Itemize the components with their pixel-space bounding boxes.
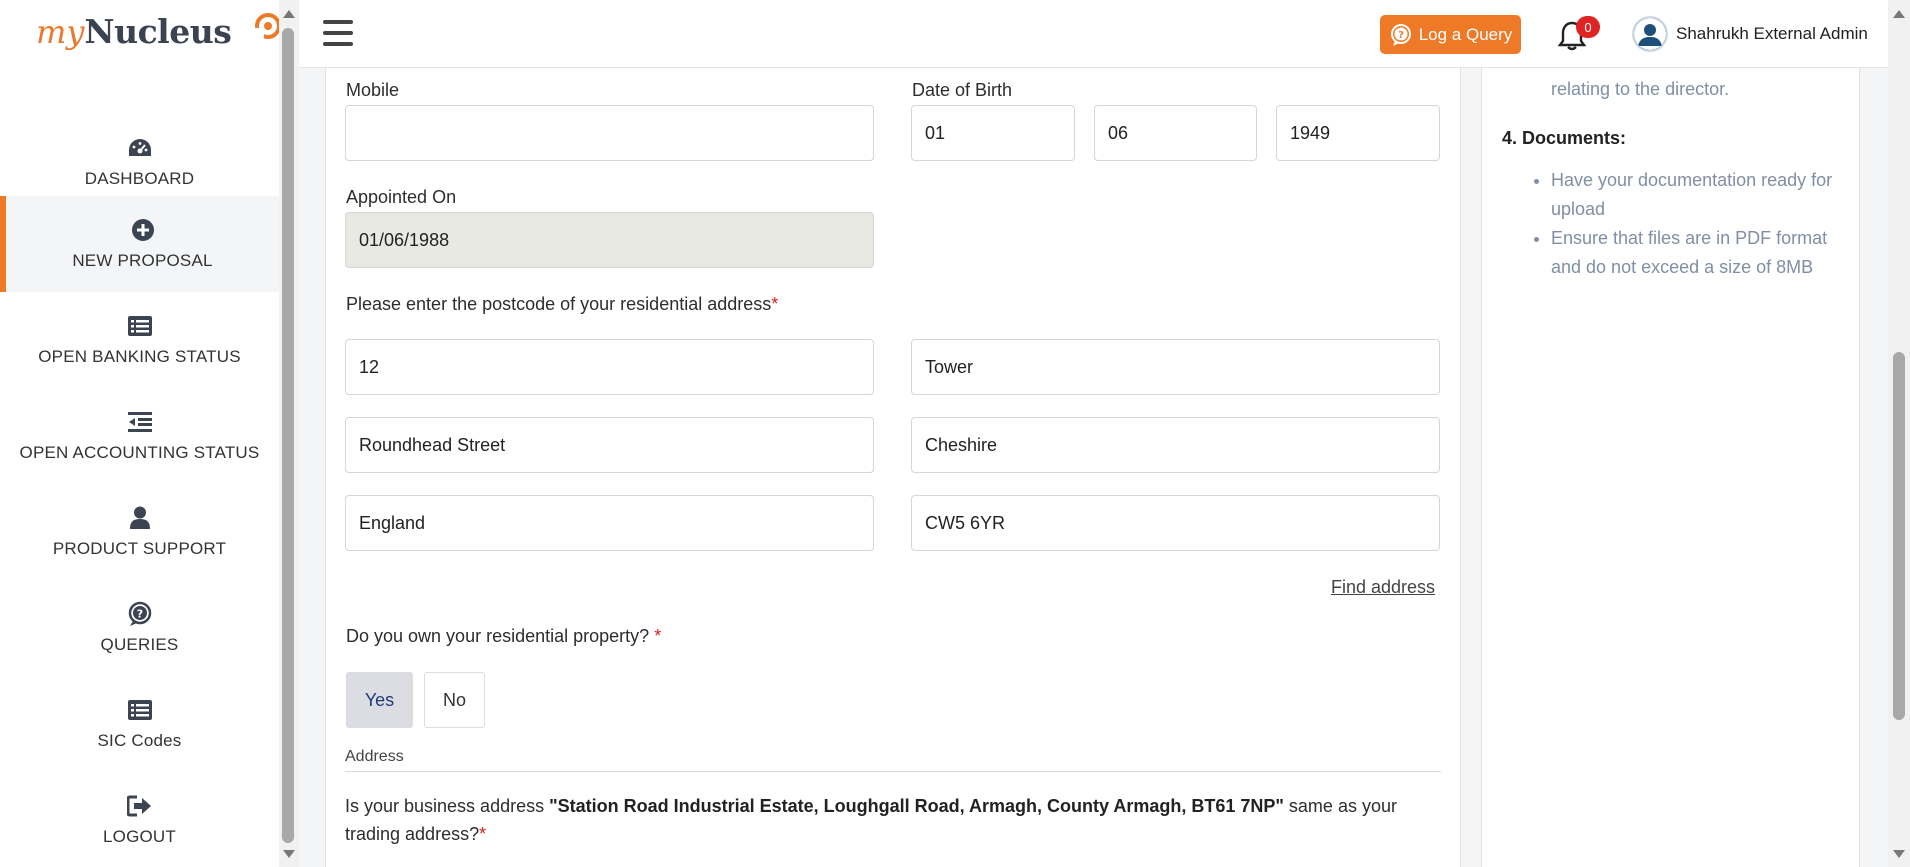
address-street-input[interactable]: Roundhead Street [345, 417, 874, 473]
sidebar-item-label: SIC Codes [97, 731, 182, 750]
address-country-input[interactable]: England [345, 495, 874, 551]
notification-count-badge: 0 [1576, 16, 1600, 38]
business-address-text: "Station Road Industrial Estate, Loughga… [549, 796, 1284, 816]
logo-ring-icon [254, 13, 281, 40]
appointed-on-label: Appointed On [346, 187, 457, 207]
dob-year-input[interactable]: 1949 [1276, 105, 1440, 161]
required-mark: * [479, 824, 487, 844]
sidebar-item-new-proposal[interactable]: NEW PROPOSAL [0, 196, 279, 292]
sidebar-item-label: OPEN ACCOUNTING STATUS [19, 443, 260, 462]
logo-my-text: my [36, 13, 85, 51]
log-a-query-label: Log a Query [1418, 24, 1513, 44]
avatar [1632, 16, 1668, 52]
sidebar-item-product-support[interactable]: PRODUCT SUPPORT [0, 484, 279, 580]
required-mark: * [771, 294, 779, 314]
hamburger-menu-icon[interactable] [323, 20, 353, 46]
sidebar: myNucleus DASHBOARD NEW PROPOSAL OPEN BA… [0, 0, 281, 867]
address-section-title: Address [345, 748, 404, 765]
list-item: Ensure that files are in PDF format and … [1551, 224, 1850, 282]
mynucleus-logo[interactable]: myNucleus [36, 12, 281, 72]
svg-text:?: ? [1398, 30, 1404, 41]
sidebar-item-label: QUERIES [100, 635, 179, 654]
address-line1-input[interactable]: 12 [345, 339, 874, 395]
own-property-no-button[interactable]: No [424, 672, 485, 728]
scroll-up-arrow-icon[interactable] [283, 10, 295, 18]
mobile-input[interactable] [345, 105, 874, 161]
user-menu[interactable]: Shahrukh External Admin [1632, 16, 1868, 52]
user-name: Shahrukh External Admin [1676, 24, 1868, 43]
scroll-down-arrow-icon[interactable] [1893, 850, 1905, 858]
page-scrollbar-thumb[interactable] [1893, 352, 1905, 720]
sidebar-item-logout[interactable]: LOGOUT [0, 772, 279, 867]
documents-list: Have your documentation ready for upload… [1520, 166, 1850, 282]
sidebar-item-label: DASHBOARD [84, 169, 195, 188]
dob-month-input[interactable]: 06 [1094, 105, 1257, 161]
postcode-prompt-label: Please enter the postcode of your reside… [346, 294, 778, 315]
scroll-up-arrow-icon[interactable] [1893, 10, 1905, 18]
sidebar-scrollbar[interactable] [279, 0, 299, 867]
dob-label: Date of Birth [912, 80, 1013, 100]
indent-list-icon [127, 409, 153, 435]
list-card-icon [127, 313, 153, 339]
find-address-link[interactable]: Find address [1331, 577, 1435, 598]
scroll-down-arrow-icon[interactable] [283, 850, 295, 858]
own-property-yes-button[interactable]: Yes [346, 672, 413, 728]
sidebar-item-label: OPEN BANKING STATUS [38, 347, 241, 366]
documents-heading: 4. Documents: [1502, 128, 1627, 148]
svg-text:?: ? [136, 608, 142, 621]
list-item: Have your documentation ready for upload [1551, 166, 1850, 224]
sidebar-item-queries[interactable]: ? QUERIES [0, 580, 279, 676]
sidebar-item-label: LOGOUT [103, 827, 176, 846]
query-bubble-icon: ? [1390, 23, 1411, 46]
address-postcode-input[interactable]: CW5 6YR [911, 495, 1440, 551]
own-property-label: Do you own your residential property? * [346, 626, 661, 647]
logo-nucleus-text: Nucleus [84, 12, 232, 51]
own-property-question-text: Do you own your residential property? [346, 626, 650, 646]
sidebar-item-label: PRODUCT SUPPORT [52, 539, 227, 558]
business-question-prefix: Is your business address [345, 796, 550, 816]
plus-circle-icon [130, 217, 156, 243]
address-line2-input[interactable]: Tower [911, 339, 1440, 395]
divider [345, 771, 1441, 772]
top-header: ? Log a Query 0 Shahrukh External Admin [299, 0, 1888, 68]
mobile-label: Mobile [346, 80, 400, 100]
log-a-query-button[interactable]: ? Log a Query [1380, 15, 1521, 54]
sidebar-scrollbar-thumb[interactable] [282, 28, 294, 843]
sign-out-icon [126, 793, 153, 819]
appointed-on-field: 01/06/1988 [345, 212, 874, 268]
sidebar-item-sic-codes[interactable]: SIC Codes [0, 676, 279, 772]
sidebar-item-open-banking-status[interactable]: OPEN BANKING STATUS [0, 292, 279, 388]
user-icon [127, 505, 153, 531]
sidebar-item-label: NEW PROPOSAL [72, 251, 213, 270]
required-mark: * [654, 626, 662, 646]
sidebar-item-open-accounting-status[interactable]: OPEN ACCOUNTING STATUS [0, 388, 279, 484]
business-address-question: Is your business address "Station Road I… [345, 792, 1445, 848]
page-scrollbar[interactable] [1888, 0, 1910, 867]
dob-day-input[interactable]: 01 [911, 105, 1075, 161]
guidance-prev-line: relating to the director. [1551, 79, 1730, 99]
list-card-icon [127, 697, 153, 723]
dashboard-gauge-icon [127, 135, 153, 161]
address-county-input[interactable]: Cheshire [911, 417, 1440, 473]
question-circle-icon: ? [127, 601, 153, 627]
postcode-prompt-text: Please enter the postcode of your reside… [346, 294, 772, 314]
